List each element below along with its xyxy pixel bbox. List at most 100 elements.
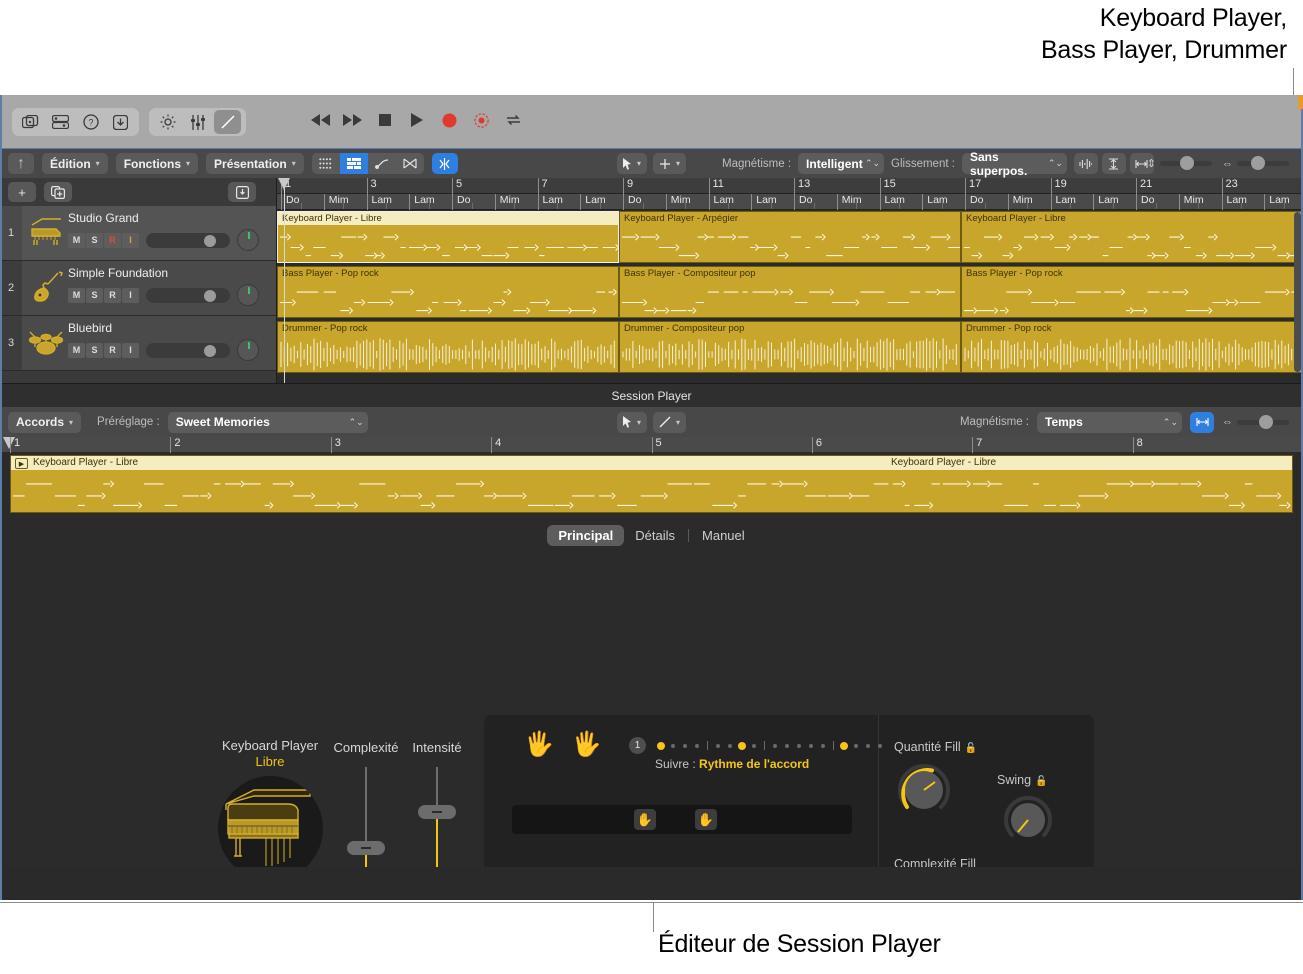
chord-symbol[interactable]: Lam [709,194,734,210]
track-name[interactable]: Bluebird [68,321,270,335]
snap-popup[interactable]: Intelligent ⌃⌄ [798,153,884,174]
pattern-dot[interactable] [716,744,720,748]
input-button[interactable]: I [122,288,139,303]
chord-symbol[interactable]: Lam [1222,194,1247,210]
editors-icon[interactable] [214,110,241,134]
pattern-bar-separator[interactable] [833,741,834,750]
pattern-dot[interactable] [797,744,801,748]
session-player-region[interactable]: ▶ Keyboard Player - Libre Keyboard Playe… [10,455,1293,513]
menu-presentation[interactable]: Présentation ▾ [206,153,304,174]
hand-toggle-left[interactable]: ✋ [634,809,656,830]
mute-button[interactable]: M [68,288,85,303]
chord-symbol[interactable]: Lam [922,194,947,210]
play-region-icon[interactable]: ▶ [15,458,28,469]
pattern-dot[interactable] [683,744,687,748]
forward-icon[interactable] [342,108,364,132]
track-row[interactable]: 3BluebirdMSRI [0,316,276,371]
follow-value[interactable]: Rythme de l'accord [699,757,809,771]
pattern-dot[interactable] [752,744,756,748]
mixer-icon[interactable] [184,110,211,134]
pattern-dot[interactable] [773,744,777,748]
cycle-icon[interactable] [502,108,524,132]
region[interactable]: Keyboard Player - Arpégier [619,211,961,263]
region[interactable]: Bass Player - Pop rock [277,266,619,318]
chord-symbol[interactable]: Lam [1264,194,1289,210]
smart-controls-icon[interactable] [154,110,181,134]
chord-symbol[interactable]: Mim [666,194,691,210]
session-player-ruler[interactable]: 12345678 [0,437,1303,453]
track-lane[interactable]: Bass Player - Pop rockBass Player - Comp… [277,265,1303,320]
sp-length-icon[interactable] [1190,412,1214,433]
knob-quantite-fill-control[interactable] [894,760,954,820]
chord-track[interactable]: DoMimLamLamDoMimLamLamDoMimLamLamDoMimLa… [277,194,1303,210]
chord-symbol[interactable]: Mim [324,194,349,210]
menu-fonctions[interactable]: Fonctions ▾ [116,153,198,174]
volume-knob[interactable] [204,235,216,247]
region[interactable]: Bass Player - Pop rock [961,266,1303,318]
chord-symbol[interactable]: Do [794,194,812,210]
playhead[interactable] [284,178,285,383]
track-row[interactable]: 2Simple FoundationMSRI [0,261,276,316]
zoom-vertical-knob[interactable] [1180,156,1194,170]
library-icon[interactable] [17,110,44,134]
hand-toggle-right[interactable]: ✋ [695,809,717,830]
waveform-icon[interactable] [1074,153,1098,174]
chord-symbol[interactable]: Lam [751,194,776,210]
pattern-dot-active[interactable] [738,742,746,750]
chord-symbol[interactable]: Mim [837,194,862,210]
vertical-scrollbar[interactable] [1294,212,1301,372]
chord-symbol[interactable]: Mim [1179,194,1204,210]
region[interactable]: Bass Player - Compositeur pop [619,266,961,318]
pattern-dot[interactable] [821,744,825,748]
zoom-vertical[interactable]: ⇕ [1147,157,1212,170]
chord-symbol[interactable]: Mim [1008,194,1033,210]
zoom-horizontal-knob[interactable] [1251,156,1265,170]
input-button[interactable]: I [122,233,139,248]
pan-knob[interactable] [237,284,259,306]
pan-knob[interactable] [237,339,259,361]
save-icon[interactable] [107,110,134,134]
pattern-dot[interactable] [695,744,699,748]
automation-icon[interactable] [368,153,396,174]
slider-intensite-handle[interactable] [418,805,456,819]
grand-piano-illustration[interactable] [218,776,323,881]
volume-knob[interactable] [204,290,216,302]
chord-symbol[interactable]: Do [1136,194,1154,210]
solo-button[interactable]: S [86,288,103,303]
sp-zoom-track[interactable] [1237,420,1289,425]
arrange-lanes[interactable]: Keyboard Player - LibreKeyboard Player -… [277,210,1303,383]
split-icon[interactable] [432,153,458,174]
session-player-region-area[interactable]: ▶ Keyboard Player - Libre Keyboard Playe… [0,453,1303,515]
solo-button[interactable]: S [86,233,103,248]
zoom-vertical-track[interactable] [1160,161,1212,166]
chord-symbol[interactable]: Do [452,194,470,210]
pattern-dot[interactable] [809,744,813,748]
help-icon[interactable]: ? [77,110,104,134]
pointer-tool[interactable]: ▾ [617,153,647,174]
track-lane[interactable]: Keyboard Player - LibreKeyboard Player -… [277,210,1303,265]
chord-symbol[interactable]: Lam [580,194,605,210]
stop-icon[interactable] [374,108,396,132]
unlock-icon[interactable]: 🔓 [965,743,977,754]
arrange-ruler[interactable]: 135791113151719212325 [277,178,1303,194]
record-icon[interactable] [438,108,460,132]
pattern-dot-active[interactable] [657,742,665,750]
chord-symbol[interactable]: Lam [367,194,392,210]
pattern-bar-separator[interactable] [707,741,708,750]
sp-pointer-tool[interactable]: ▾ [617,412,647,433]
left-hand-icon[interactable]: 🖐 [524,733,554,757]
sp-pencil-tool[interactable]: ▾ [653,412,686,433]
knob-swing-control[interactable] [1001,793,1055,847]
region[interactable]: Keyboard Player - Libre [277,211,619,263]
duplicate-track-icon[interactable] [44,182,72,202]
pattern-dots[interactable] [655,741,886,750]
marquee-tool[interactable]: ▾ [653,153,686,174]
record-button[interactable]: R [104,233,121,248]
pattern-bar-separator[interactable] [764,741,765,750]
input-button[interactable]: I [122,343,139,358]
pattern-dot[interactable] [671,744,675,748]
volume-slider[interactable] [146,233,230,248]
volume-slider[interactable] [146,343,230,358]
arrange-canvas[interactable]: 135791113151719212325 Do Mim Lam Lam Do Mim La… [277,178,1303,383]
grid-icon[interactable] [312,153,340,174]
